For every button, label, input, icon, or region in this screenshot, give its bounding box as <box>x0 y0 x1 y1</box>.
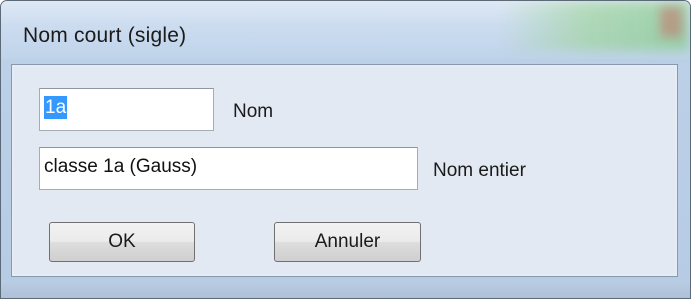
ok-button[interactable]: OK <box>49 222 195 262</box>
short-name-label: Nom <box>233 101 274 122</box>
title-bar[interactable]: Nom court (sigle) <box>1 1 690 59</box>
title-bar-glow-accent <box>660 7 682 37</box>
full-name-value: classe 1a (Gauss) <box>44 156 198 177</box>
window-title: Nom court (sigle) <box>23 24 187 47</box>
full-name-label: Nom entier <box>433 160 526 181</box>
short-name-input[interactable]: 1a <box>39 88 214 131</box>
cancel-button[interactable]: Annuler <box>274 222 421 262</box>
window-bottom-frame <box>1 280 690 298</box>
short-name-value: 1a <box>44 96 68 119</box>
full-name-input[interactable]: classe 1a (Gauss) <box>39 147 418 190</box>
